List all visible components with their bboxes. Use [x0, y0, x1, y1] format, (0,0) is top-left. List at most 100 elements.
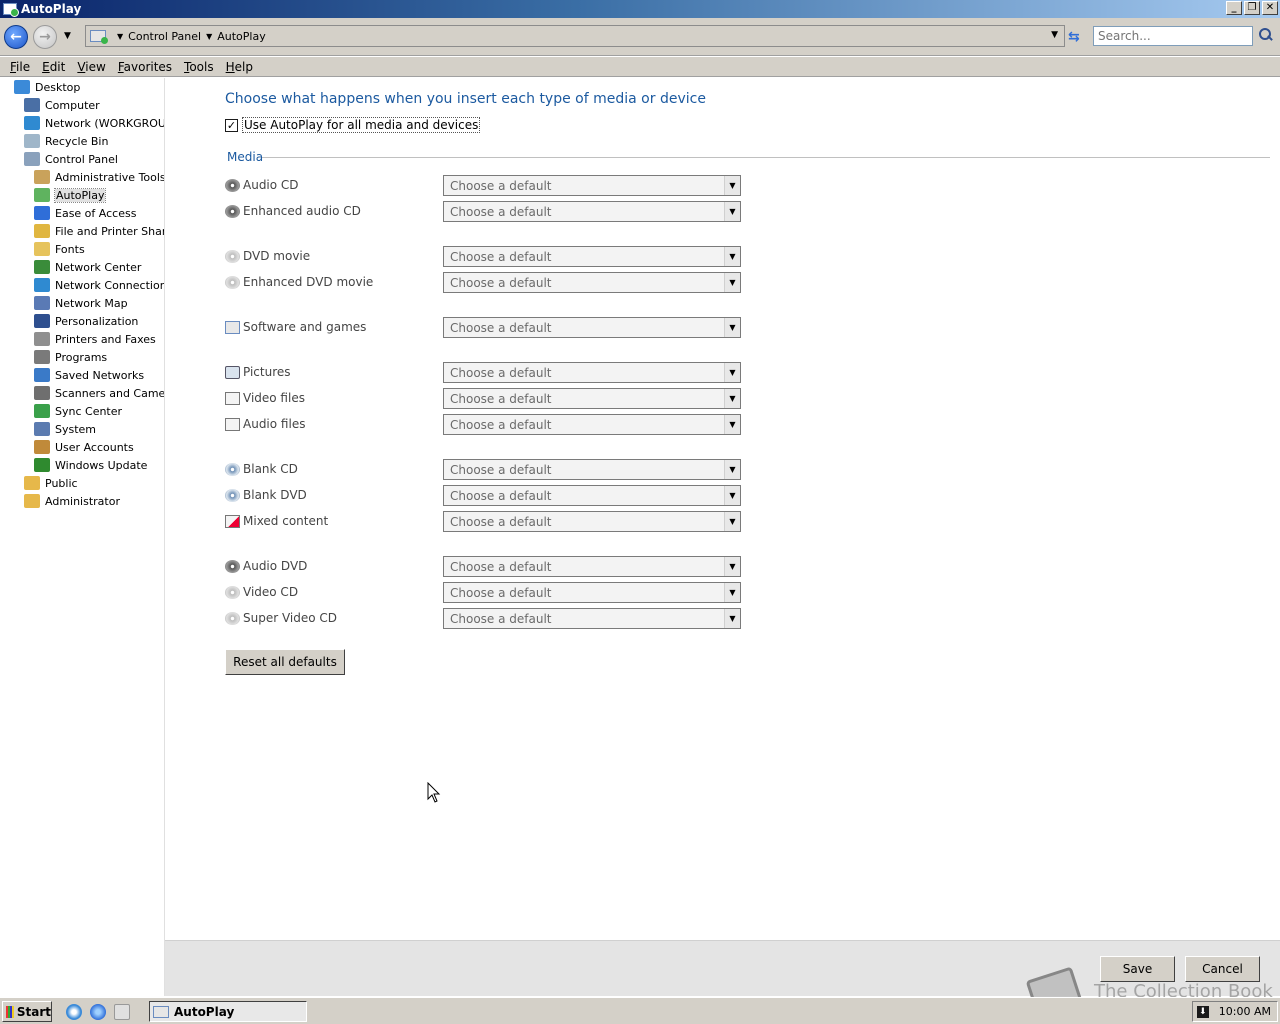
tree-item[interactable]: Network Map [34, 294, 128, 312]
use-autoplay-label[interactable]: Use AutoPlay for all media and devices [241, 117, 481, 133]
tree-item[interactable]: Fonts [34, 240, 85, 258]
programs-icon [34, 350, 50, 364]
menu-tools[interactable]: Tools [178, 60, 220, 74]
control-panel-icon [24, 152, 40, 166]
default-action-select[interactable]: Choose a default ▼ [443, 485, 741, 506]
tree-item[interactable]: Network Center [34, 258, 141, 276]
use-autoplay-checkbox[interactable]: ✓ Use AutoPlay for all media and devices [225, 117, 481, 133]
minimize-button[interactable]: _ [1226, 1, 1242, 15]
chevron-down-icon[interactable]: ▼ [724, 273, 740, 292]
show-windows-icon[interactable] [114, 1004, 130, 1020]
tree-item[interactable]: Network (WORKGROUP) [24, 114, 164, 132]
win-icon [225, 320, 240, 334]
internet-explorer-icon[interactable] [90, 1004, 106, 1020]
tree-item[interactable]: System [34, 420, 96, 438]
default-action-select[interactable]: Choose a default ▼ [443, 388, 741, 409]
chevron-down-icon[interactable]: ▼ [206, 32, 212, 41]
chevron-down-icon[interactable]: ▼ [724, 389, 740, 408]
tree-item[interactable]: Recycle Bin [24, 132, 108, 150]
menu-file[interactable]: File [4, 60, 36, 74]
media-label: Mixed content [243, 514, 329, 528]
tree-item[interactable]: Administrator [24, 492, 120, 510]
menu-view[interactable]: View [71, 60, 111, 74]
system-icon [34, 422, 50, 436]
tree-item[interactable]: Public [24, 474, 78, 492]
start-button[interactable]: Start [2, 1001, 52, 1022]
tree-item-label: Ease of Access [55, 206, 137, 220]
desktop-icon[interactable] [66, 1004, 82, 1020]
taskbar-item-autoplay[interactable]: AutoPlay [149, 1001, 307, 1022]
default-action-select[interactable]: Choose a default ▼ [443, 608, 741, 629]
chevron-down-icon[interactable]: ▼ [724, 202, 740, 221]
tree-item[interactable]: Printers and Faxes [34, 330, 156, 348]
tree-item[interactable]: Personalization [34, 312, 138, 330]
media-label: Video files [243, 391, 305, 405]
tree-item[interactable]: AutoPlay [34, 186, 107, 204]
tree-item-label: File and Printer Sharing [55, 224, 164, 238]
default-action-select[interactable]: Choose a default ▼ [443, 459, 741, 480]
chevron-down-icon[interactable]: ▼ [724, 176, 740, 195]
default-action-select[interactable]: Choose a default ▼ [443, 362, 741, 383]
media-row: DVD movie [225, 246, 310, 266]
chevron-down-icon[interactable]: ▼ [724, 247, 740, 266]
chevron-down-icon[interactable]: ▼ [117, 32, 123, 41]
tree-item[interactable]: Computer [24, 96, 100, 114]
recent-pages-dropdown[interactable]: ▼ [64, 31, 71, 41]
default-action-select[interactable]: Choose a default ▼ [443, 582, 741, 603]
default-action-select[interactable]: Choose a default ▼ [443, 556, 741, 577]
back-button[interactable]: ← [4, 25, 28, 49]
menu-favorites[interactable]: Favorites [112, 60, 178, 74]
tree-item[interactable]: Ease of Access [34, 204, 136, 222]
breadcrumb-control-panel[interactable]: Control Panel [128, 30, 201, 43]
chevron-down-icon[interactable]: ▼ [724, 460, 740, 479]
maximize-button[interactable]: ❐ [1244, 1, 1260, 15]
address-field[interactable]: ▼ Control Panel ▼ AutoPlay ▼ [85, 25, 1065, 47]
default-action-select[interactable]: Choose a default ▼ [443, 414, 741, 435]
mouse-cursor-icon [427, 782, 441, 803]
chevron-down-icon[interactable]: ▼ [724, 609, 740, 628]
tree-item[interactable]: File and Printer Sharing [34, 222, 164, 240]
tree-item[interactable]: Control Panel [24, 150, 118, 168]
tree-item[interactable]: Programs [34, 348, 107, 366]
default-action-select[interactable]: Choose a default ▼ [443, 175, 741, 196]
tree-item[interactable]: Scanners and Cameras [34, 384, 164, 402]
address-dropdown[interactable]: ▼ [1051, 30, 1058, 40]
chevron-down-icon[interactable]: ▼ [724, 583, 740, 602]
tree-item[interactable]: Desktop [14, 78, 80, 96]
folder-tree: Desktop Computer Network (WORKGROUP) Recycl… [0, 78, 165, 996]
chevron-down-icon[interactable]: ▼ [724, 415, 740, 434]
menu-help[interactable]: Help [220, 60, 259, 74]
chevron-down-icon[interactable]: ▼ [724, 557, 740, 576]
forward-button[interactable]: → [33, 25, 57, 49]
fonts-icon [34, 242, 50, 256]
search-icon[interactable] [1258, 28, 1272, 42]
close-button[interactable]: ✕ [1262, 1, 1278, 15]
chevron-down-icon[interactable]: ▼ [724, 318, 740, 337]
default-action-select[interactable]: Choose a default ▼ [443, 246, 741, 267]
menu-edit[interactable]: Edit [36, 60, 71, 74]
download-icon[interactable]: ⬇ [1196, 1005, 1209, 1018]
tree-item[interactable]: Administrative Tools [34, 168, 164, 186]
search-input[interactable] [1093, 26, 1253, 46]
chevron-down-icon[interactable]: ▼ [724, 363, 740, 382]
chevron-down-icon[interactable]: ▼ [724, 512, 740, 531]
media-label: Blank DVD [243, 488, 307, 502]
tree-item[interactable]: Sync Center [34, 402, 122, 420]
tree-item[interactable]: Network Connections [34, 276, 164, 294]
reset-all-defaults-button[interactable]: Reset all defaults [225, 649, 345, 675]
tree-item[interactable]: Saved Networks [34, 366, 144, 384]
tree-item[interactable]: User Accounts [34, 438, 134, 456]
default-action-select[interactable]: Choose a default ▼ [443, 272, 741, 293]
computer-icon [24, 98, 40, 112]
default-action-select[interactable]: Choose a default ▼ [443, 511, 741, 532]
tree-item[interactable]: Windows Update [34, 456, 147, 474]
cd-dark-icon [225, 178, 240, 192]
refresh-icon[interactable]: ⇆ [1068, 29, 1080, 45]
default-action-select[interactable]: Choose a default ▼ [443, 201, 741, 222]
disc-icon [225, 249, 240, 263]
breadcrumb-autoplay[interactable]: AutoPlay [217, 30, 265, 43]
checkbox-icon[interactable]: ✓ [225, 118, 238, 132]
start-label: Start [16, 1004, 51, 1019]
chevron-down-icon[interactable]: ▼ [724, 486, 740, 505]
default-action-select[interactable]: Choose a default ▼ [443, 317, 741, 338]
